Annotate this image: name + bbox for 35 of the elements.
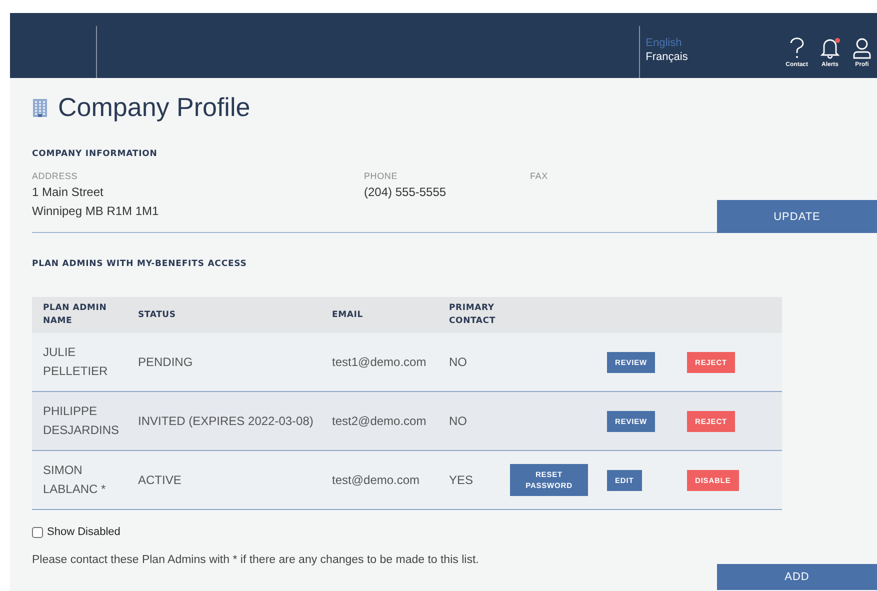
language-link[interactable]: Français — [646, 51, 781, 63]
help-icon — [788, 37, 805, 59]
table-cell-text: YES — [448, 472, 474, 488]
column-header: STATUS — [137, 308, 177, 322]
person-icon — [852, 37, 872, 59]
table-cell-text: ACTIVE — [137, 472, 182, 488]
field-label: FAX — [530, 171, 548, 181]
notification-dot — [835, 38, 840, 43]
table-cell-text: test1@demo.com — [331, 354, 428, 370]
table-cell-text: PENDING — [137, 354, 194, 370]
table-cell-text: JULIE PELLETIER — [42, 344, 109, 380]
add-button[interactable]: ADD — [717, 564, 877, 590]
table-cell-text: INVITED (EXPIRES 2022-03-08) — [137, 412, 314, 430]
column-header: EMAIL — [331, 308, 364, 322]
update-button[interactable]: UPDATE — [717, 200, 877, 233]
table-cell-text: test2@demo.com — [331, 412, 428, 430]
checkbox-label: Show Disabled — [47, 526, 120, 538]
bell-icon — [820, 37, 840, 59]
field-value: 1 Main Street — [32, 184, 104, 200]
column-header: PLAN ADMIN NAME — [42, 302, 108, 328]
section-heading: PLAN ADMINS WITH MY-BENEFITS ACCESS — [32, 258, 248, 269]
field-value: (204) 555-5555 — [364, 184, 448, 200]
field-value: Winnipeg MB R1M 1M1 — [32, 203, 160, 219]
building-icon — [32, 98, 48, 118]
note-text: Please contact these Plan Admins with * if there are any changes to be made to this list. — [32, 554, 479, 566]
table-cell-text: NO — [448, 412, 468, 430]
field-label: ADDRESS — [32, 171, 79, 181]
field-label: PHONE — [364, 171, 399, 181]
table-cell-text: PHILIPPE DESJARDINS — [42, 403, 120, 439]
table-cell-text: test@demo.com — [331, 472, 421, 488]
table-cell-text: NO — [448, 354, 468, 370]
page-title: Company Profile — [58, 92, 250, 123]
section-heading: COMPANY INFORMATION — [32, 148, 158, 159]
column-header: PRIMARY CONTACT — [448, 302, 496, 328]
table-cell-text: SIMON LABLANC * — [42, 462, 107, 498]
